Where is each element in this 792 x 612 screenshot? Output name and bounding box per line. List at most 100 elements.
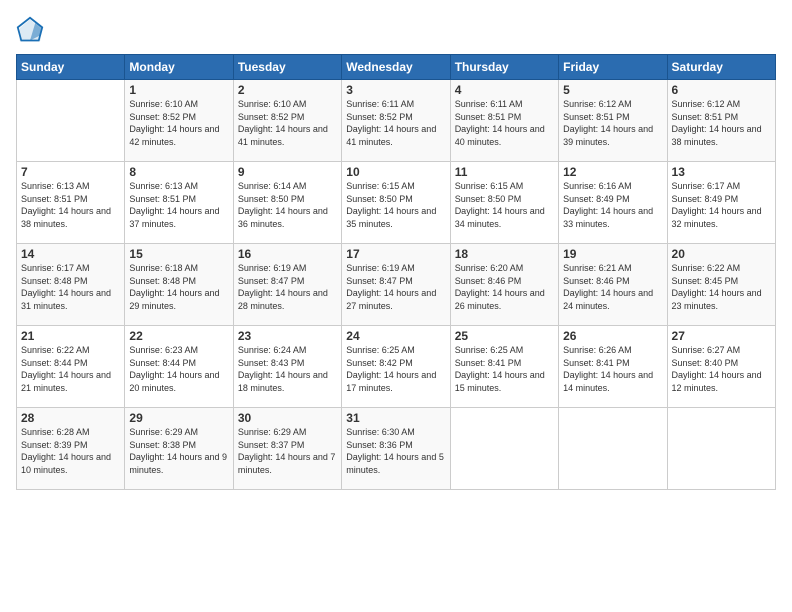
cell-details: Sunrise: 6:24 AMSunset: 8:43 PMDaylight:… [238, 344, 337, 394]
calendar-cell [17, 80, 125, 162]
day-number: 13 [672, 165, 771, 179]
cell-details: Sunrise: 6:14 AMSunset: 8:50 PMDaylight:… [238, 180, 337, 230]
header-day-friday: Friday [559, 55, 667, 80]
calendar-cell: 1Sunrise: 6:10 AMSunset: 8:52 PMDaylight… [125, 80, 233, 162]
day-number: 27 [672, 329, 771, 343]
header-day-thursday: Thursday [450, 55, 558, 80]
calendar-cell: 30Sunrise: 6:29 AMSunset: 8:37 PMDayligh… [233, 408, 341, 490]
header-day-sunday: Sunday [17, 55, 125, 80]
header-row: SundayMondayTuesdayWednesdayThursdayFrid… [17, 55, 776, 80]
cell-details: Sunrise: 6:15 AMSunset: 8:50 PMDaylight:… [346, 180, 445, 230]
day-number: 10 [346, 165, 445, 179]
day-number: 5 [563, 83, 662, 97]
day-number: 7 [21, 165, 120, 179]
calendar-cell: 26Sunrise: 6:26 AMSunset: 8:41 PMDayligh… [559, 326, 667, 408]
cell-details: Sunrise: 6:19 AMSunset: 8:47 PMDaylight:… [238, 262, 337, 312]
calendar-cell: 25Sunrise: 6:25 AMSunset: 8:41 PMDayligh… [450, 326, 558, 408]
day-number: 20 [672, 247, 771, 261]
cell-details: Sunrise: 6:23 AMSunset: 8:44 PMDaylight:… [129, 344, 228, 394]
calendar-cell: 22Sunrise: 6:23 AMSunset: 8:44 PMDayligh… [125, 326, 233, 408]
calendar-cell: 17Sunrise: 6:19 AMSunset: 8:47 PMDayligh… [342, 244, 450, 326]
calendar-cell: 5Sunrise: 6:12 AMSunset: 8:51 PMDaylight… [559, 80, 667, 162]
week-row-1: 1Sunrise: 6:10 AMSunset: 8:52 PMDaylight… [17, 80, 776, 162]
calendar-cell: 9Sunrise: 6:14 AMSunset: 8:50 PMDaylight… [233, 162, 341, 244]
cell-details: Sunrise: 6:13 AMSunset: 8:51 PMDaylight:… [129, 180, 228, 230]
day-number: 12 [563, 165, 662, 179]
day-number: 22 [129, 329, 228, 343]
day-number: 24 [346, 329, 445, 343]
calendar-cell: 16Sunrise: 6:19 AMSunset: 8:47 PMDayligh… [233, 244, 341, 326]
calendar-table: SundayMondayTuesdayWednesdayThursdayFrid… [16, 54, 776, 490]
header [16, 16, 776, 44]
calendar-cell: 11Sunrise: 6:15 AMSunset: 8:50 PMDayligh… [450, 162, 558, 244]
day-number: 16 [238, 247, 337, 261]
week-row-2: 7Sunrise: 6:13 AMSunset: 8:51 PMDaylight… [17, 162, 776, 244]
header-day-wednesday: Wednesday [342, 55, 450, 80]
cell-details: Sunrise: 6:12 AMSunset: 8:51 PMDaylight:… [672, 98, 771, 148]
calendar-cell: 6Sunrise: 6:12 AMSunset: 8:51 PMDaylight… [667, 80, 775, 162]
day-number: 28 [21, 411, 120, 425]
calendar-cell: 2Sunrise: 6:10 AMSunset: 8:52 PMDaylight… [233, 80, 341, 162]
day-number: 9 [238, 165, 337, 179]
calendar-cell: 15Sunrise: 6:18 AMSunset: 8:48 PMDayligh… [125, 244, 233, 326]
day-number: 30 [238, 411, 337, 425]
calendar-cell: 20Sunrise: 6:22 AMSunset: 8:45 PMDayligh… [667, 244, 775, 326]
day-number: 6 [672, 83, 771, 97]
day-number: 11 [455, 165, 554, 179]
calendar-cell [667, 408, 775, 490]
calendar-cell: 19Sunrise: 6:21 AMSunset: 8:46 PMDayligh… [559, 244, 667, 326]
page-container: SundayMondayTuesdayWednesdayThursdayFrid… [0, 0, 792, 612]
day-number: 18 [455, 247, 554, 261]
cell-details: Sunrise: 6:19 AMSunset: 8:47 PMDaylight:… [346, 262, 445, 312]
cell-details: Sunrise: 6:20 AMSunset: 8:46 PMDaylight:… [455, 262, 554, 312]
header-day-monday: Monday [125, 55, 233, 80]
cell-details: Sunrise: 6:25 AMSunset: 8:41 PMDaylight:… [455, 344, 554, 394]
day-number: 23 [238, 329, 337, 343]
day-number: 21 [21, 329, 120, 343]
cell-details: Sunrise: 6:25 AMSunset: 8:42 PMDaylight:… [346, 344, 445, 394]
calendar-cell: 12Sunrise: 6:16 AMSunset: 8:49 PMDayligh… [559, 162, 667, 244]
calendar-cell [450, 408, 558, 490]
cell-details: Sunrise: 6:22 AMSunset: 8:45 PMDaylight:… [672, 262, 771, 312]
week-row-3: 14Sunrise: 6:17 AMSunset: 8:48 PMDayligh… [17, 244, 776, 326]
cell-details: Sunrise: 6:16 AMSunset: 8:49 PMDaylight:… [563, 180, 662, 230]
day-number: 19 [563, 247, 662, 261]
day-number: 17 [346, 247, 445, 261]
day-number: 1 [129, 83, 228, 97]
calendar-cell: 7Sunrise: 6:13 AMSunset: 8:51 PMDaylight… [17, 162, 125, 244]
calendar-cell: 4Sunrise: 6:11 AMSunset: 8:51 PMDaylight… [450, 80, 558, 162]
day-number: 15 [129, 247, 228, 261]
cell-details: Sunrise: 6:10 AMSunset: 8:52 PMDaylight:… [129, 98, 228, 148]
cell-details: Sunrise: 6:21 AMSunset: 8:46 PMDaylight:… [563, 262, 662, 312]
day-number: 3 [346, 83, 445, 97]
calendar-cell: 13Sunrise: 6:17 AMSunset: 8:49 PMDayligh… [667, 162, 775, 244]
day-number: 14 [21, 247, 120, 261]
cell-details: Sunrise: 6:29 AMSunset: 8:38 PMDaylight:… [129, 426, 228, 476]
day-number: 8 [129, 165, 228, 179]
day-number: 2 [238, 83, 337, 97]
calendar-cell: 31Sunrise: 6:30 AMSunset: 8:36 PMDayligh… [342, 408, 450, 490]
logo-icon [16, 16, 44, 44]
cell-details: Sunrise: 6:18 AMSunset: 8:48 PMDaylight:… [129, 262, 228, 312]
calendar-cell: 10Sunrise: 6:15 AMSunset: 8:50 PMDayligh… [342, 162, 450, 244]
calendar-cell: 8Sunrise: 6:13 AMSunset: 8:51 PMDaylight… [125, 162, 233, 244]
cell-details: Sunrise: 6:28 AMSunset: 8:39 PMDaylight:… [21, 426, 120, 476]
cell-details: Sunrise: 6:11 AMSunset: 8:51 PMDaylight:… [455, 98, 554, 148]
calendar-cell: 14Sunrise: 6:17 AMSunset: 8:48 PMDayligh… [17, 244, 125, 326]
cell-details: Sunrise: 6:11 AMSunset: 8:52 PMDaylight:… [346, 98, 445, 148]
week-row-5: 28Sunrise: 6:28 AMSunset: 8:39 PMDayligh… [17, 408, 776, 490]
header-day-saturday: Saturday [667, 55, 775, 80]
cell-details: Sunrise: 6:30 AMSunset: 8:36 PMDaylight:… [346, 426, 445, 476]
cell-details: Sunrise: 6:12 AMSunset: 8:51 PMDaylight:… [563, 98, 662, 148]
week-row-4: 21Sunrise: 6:22 AMSunset: 8:44 PMDayligh… [17, 326, 776, 408]
cell-details: Sunrise: 6:17 AMSunset: 8:49 PMDaylight:… [672, 180, 771, 230]
cell-details: Sunrise: 6:22 AMSunset: 8:44 PMDaylight:… [21, 344, 120, 394]
cell-details: Sunrise: 6:27 AMSunset: 8:40 PMDaylight:… [672, 344, 771, 394]
calendar-cell: 29Sunrise: 6:29 AMSunset: 8:38 PMDayligh… [125, 408, 233, 490]
cell-details: Sunrise: 6:13 AMSunset: 8:51 PMDaylight:… [21, 180, 120, 230]
calendar-cell: 21Sunrise: 6:22 AMSunset: 8:44 PMDayligh… [17, 326, 125, 408]
day-number: 25 [455, 329, 554, 343]
cell-details: Sunrise: 6:26 AMSunset: 8:41 PMDaylight:… [563, 344, 662, 394]
cell-details: Sunrise: 6:10 AMSunset: 8:52 PMDaylight:… [238, 98, 337, 148]
calendar-cell: 24Sunrise: 6:25 AMSunset: 8:42 PMDayligh… [342, 326, 450, 408]
